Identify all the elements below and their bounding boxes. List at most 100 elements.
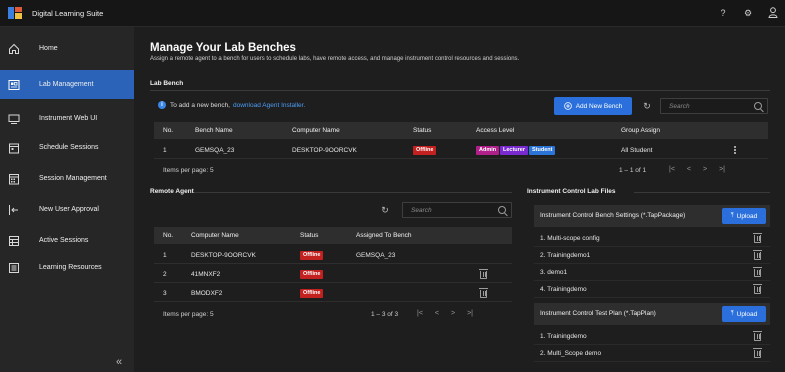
col-header: No.	[163, 232, 174, 239]
delete-icon[interactable]	[753, 284, 762, 294]
file-item[interactable]: 2. Multi_Scope demo	[534, 346, 770, 362]
bench-search-input[interactable]: Search	[660, 98, 768, 114]
bench-name: GEMSQA_23	[195, 147, 235, 154]
prev-page-icon[interactable]: <	[687, 166, 691, 173]
sidebar-item-active-sessions[interactable]: Active Sessions	[0, 226, 134, 255]
search-icon	[498, 206, 506, 214]
first-page-icon[interactable]: |<	[669, 166, 675, 173]
col-header: Computer Name	[191, 232, 239, 239]
col-header: Bench Name	[195, 127, 233, 134]
access-badge-admin: Admin	[476, 146, 500, 155]
app-title: Digital Learning Suite	[32, 8, 104, 18]
sidebar: Home Lab Management Instrument Web UI Sc…	[0, 27, 134, 372]
agent-installer-info: i To add a new bench, download Agent Ins…	[158, 101, 305, 109]
refresh-icon[interactable]: ↻	[636, 98, 658, 114]
refresh-icon[interactable]: ↻	[374, 202, 396, 218]
sidebar-item-label: Active Sessions	[39, 237, 89, 244]
delete-icon[interactable]	[753, 348, 762, 358]
computer-name: 41MNXF2	[191, 271, 221, 278]
file-item[interactable]: 3. demo1	[534, 265, 770, 281]
sidebar-item-learning-resources[interactable]: Learning Resources	[0, 253, 134, 282]
upload-bench-settings-button[interactable]: ⤒ Upload	[722, 208, 766, 224]
table-row[interactable]: 2 41MNXF2 Offline	[154, 266, 512, 283]
home-icon	[7, 42, 21, 56]
file-item[interactable]: 2. Trainingdemo1	[534, 248, 770, 264]
delete-icon[interactable]	[753, 250, 762, 260]
top-bar: Digital Learning Suite ? ⚙	[0, 0, 785, 27]
sidebar-item-schedule-sessions[interactable]: Schedule Sessions	[0, 133, 134, 162]
more-actions-icon[interactable]	[734, 146, 736, 148]
items-per-page-select[interactable]: Items per page: 5	[163, 167, 214, 174]
group-assign: All Student	[621, 147, 653, 154]
computer-name: DESKTOP-9OORCVK	[191, 252, 256, 259]
search-placeholder: Search	[669, 102, 690, 110]
sidebar-item-new-user-approval[interactable]: New User Approval	[0, 195, 134, 224]
delete-icon[interactable]	[753, 233, 762, 243]
table-row[interactable]: 3 BMODXF2 Offline	[154, 285, 512, 302]
calendar-grid-icon	[7, 172, 21, 186]
info-icon: i	[158, 101, 166, 109]
table-header: No. Computer Name Status Assigned To Ben…	[154, 227, 512, 244]
user-icon[interactable]	[767, 7, 779, 19]
col-header: Computer Name	[292, 127, 340, 134]
sidebar-item-label: Home	[39, 45, 58, 52]
upload-test-plan-button[interactable]: ⤒ Upload	[722, 306, 766, 322]
last-page-icon[interactable]: >|	[467, 310, 473, 317]
access-badge-lecturer: Lecturer	[500, 146, 529, 155]
sidebar-item-label: Instrument Web UI	[39, 115, 98, 122]
delete-icon[interactable]	[479, 269, 488, 279]
items-per-page-select[interactable]: Items per page: 5	[163, 311, 214, 318]
agent-search-input[interactable]: Search	[402, 202, 512, 218]
divider	[634, 192, 770, 193]
access-badge-student: Student	[529, 146, 556, 155]
sidebar-item-lab-management[interactable]: Lab Management	[0, 70, 134, 99]
divider	[194, 192, 512, 193]
prev-page-icon[interactable]: <	[435, 310, 439, 317]
file-name: 4. Trainingdemo	[540, 286, 587, 293]
sidebar-item-home[interactable]: Home	[0, 34, 134, 63]
delete-icon[interactable]	[753, 331, 762, 341]
assigned-bench: GEMSQA_23	[356, 252, 396, 259]
test-plan-title: Instrument Control Test Plan (*.TapPlan)	[540, 310, 656, 317]
file-item[interactable]: 1. Trainingdemo	[534, 329, 770, 345]
download-agent-link[interactable]: download Agent Installer.	[233, 102, 305, 109]
upload-icon: ⤒	[730, 212, 734, 219]
row-number: 2	[163, 271, 167, 278]
gear-icon[interactable]: ⚙	[742, 7, 754, 19]
col-header: Assigned To Bench	[356, 232, 412, 239]
sidebar-item-instrument-web-ui[interactable]: Instrument Web UI	[0, 104, 134, 133]
table-row[interactable]: 1 DESKTOP-9OORCVK Offline GEMSQA_23	[154, 247, 512, 264]
bench-table: No. Bench Name Computer Name Status Acce…	[154, 122, 768, 182]
upload-icon: ⤒	[730, 310, 734, 317]
file-item[interactable]: 1. Multi-scope config	[534, 231, 770, 247]
file-name: 2. Multi_Scope demo	[540, 350, 602, 357]
row-number: 1	[163, 252, 167, 259]
sidebar-item-label: New User Approval	[39, 206, 99, 213]
next-page-icon[interactable]: >	[451, 310, 455, 317]
status-badge: Offline	[413, 146, 437, 155]
sidebar-item-label: Lab Management	[39, 81, 94, 88]
table-row[interactable]: 1 GEMSQA_23 DESKTOP-9OORCVK Offline Admi…	[154, 142, 768, 159]
lab-files-heading: Instrument Control Lab Files	[527, 188, 616, 195]
last-page-icon[interactable]: >|	[719, 166, 725, 173]
delete-icon[interactable]	[479, 288, 488, 298]
file-item[interactable]: 4. Trainingdemo	[534, 282, 770, 298]
main-content: Manage Your Lab Benches Assign a remote …	[134, 27, 785, 372]
next-page-icon[interactable]: >	[703, 166, 707, 173]
col-header: Status	[413, 127, 432, 134]
lab-icon	[7, 78, 21, 92]
table-icon	[7, 234, 21, 248]
file-name: 2. Trainingdemo1	[540, 252, 591, 259]
sidebar-item-session-management[interactable]: Session Management	[0, 164, 134, 193]
help-icon[interactable]: ?	[717, 7, 729, 19]
page-title: Manage Your Lab Benches	[150, 42, 296, 54]
delete-icon[interactable]	[753, 267, 762, 277]
add-new-bench-label: Add New Bench	[575, 102, 623, 110]
collapse-sidebar-icon[interactable]: «	[116, 356, 122, 368]
add-new-bench-button[interactable]: Add New Bench	[554, 97, 632, 115]
calendar-icon	[7, 141, 21, 155]
row-number: 3	[163, 290, 167, 297]
first-page-icon[interactable]: |<	[417, 310, 423, 317]
bench-settings-header: Instrument Control Bench Settings (*.Tap…	[534, 205, 770, 227]
status-badge: Offline	[300, 251, 324, 260]
